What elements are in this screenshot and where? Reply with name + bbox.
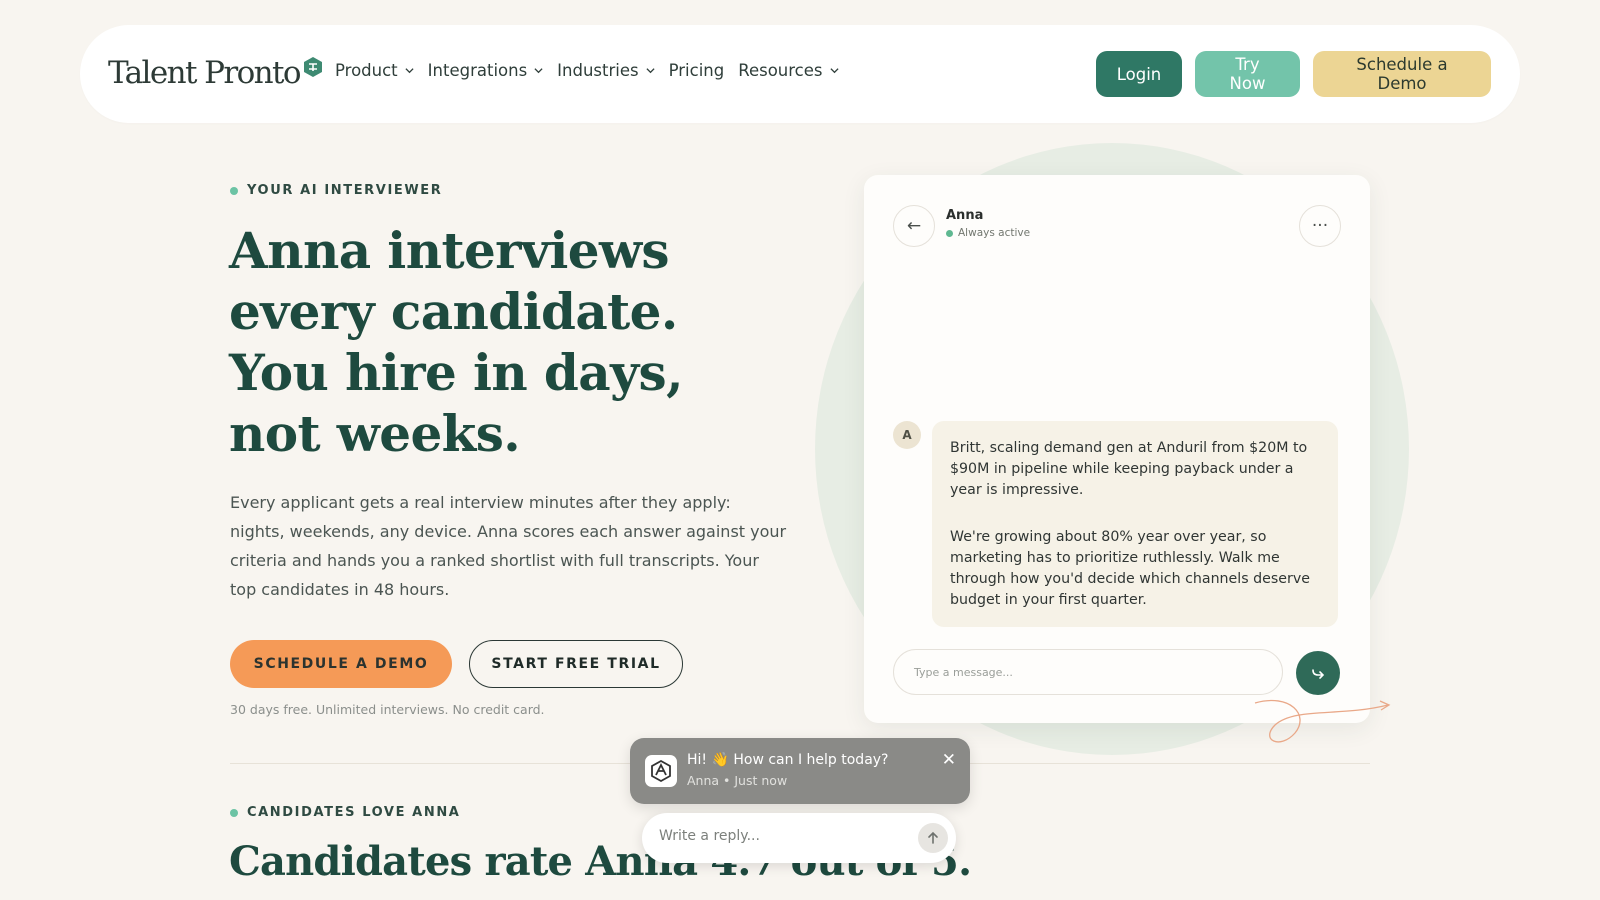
chat-input-placeholder: Type a message... <box>914 665 1013 679</box>
reply-send-button[interactable] <box>918 823 948 853</box>
reply-placeholder: Write a reply... <box>659 828 760 844</box>
nav-item-product[interactable]: Product <box>335 61 414 80</box>
try-now-button[interactable]: Try Now <box>1195 51 1300 97</box>
top-navbar: Talent Pronto Product Integrations Indus… <box>80 25 1520 123</box>
chevron-down-icon <box>534 68 543 74</box>
logo-mark-icon <box>303 57 322 77</box>
chevron-down-icon <box>405 68 414 74</box>
nav-item-integrations[interactable]: Integrations <box>428 61 544 80</box>
status-text: Always active <box>958 227 1031 239</box>
avatar: A <box>893 421 921 449</box>
widget-logo-icon <box>645 755 677 787</box>
logo[interactable]: Talent Pronto <box>108 53 324 93</box>
eyebrow-text: YOUR AI INTERVIEWER <box>247 183 443 198</box>
login-button[interactable]: Login <box>1096 51 1182 97</box>
nav-buttons: Login Try Now Schedule a Demo <box>1096 51 1491 97</box>
start-free-trial-button[interactable]: START FREE TRIAL <box>469 640 683 688</box>
hero-eyebrow: YOUR AI INTERVIEWER <box>230 183 442 198</box>
back-arrow-icon[interactable]: ← <box>893 205 935 247</box>
chevron-down-icon <box>646 68 655 74</box>
chat-message-paragraph: We're growing about 80% year over year, … <box>950 529 1310 608</box>
nav-item-label: Product <box>335 61 398 80</box>
schedule-demo-nav-button[interactable]: Schedule a Demo <box>1313 51 1491 97</box>
nav-item-resources[interactable]: Resources <box>738 61 839 80</box>
chat-message-bubble: Britt, scaling demand gen at Anduril fro… <box>932 421 1338 627</box>
online-status-dot <box>946 229 953 237</box>
logo-text: Talent Pronto <box>108 55 302 91</box>
close-icon[interactable]: ✕ <box>942 750 956 770</box>
hero-title: Anna interviews every candidate. You hir… <box>229 221 683 463</box>
widget-reply-input[interactable]: Write a reply... <box>642 813 956 863</box>
nav-item-label: Pricing <box>668 61 725 80</box>
eyebrow-dot <box>230 808 238 817</box>
eyebrow-dot <box>230 186 238 195</box>
arrow-up-icon <box>928 831 938 844</box>
widget-greeting: Hi! 👋 How can I help today? <box>687 752 889 768</box>
chat-message-paragraph: Britt, scaling demand gen at Anduril fro… <box>950 440 1308 498</box>
eyebrow-text: CANDIDATES LOVE ANNA <box>247 805 461 820</box>
reply-arrow-icon <box>1312 669 1325 679</box>
chat-agent-name: Anna <box>946 208 984 223</box>
more-options-icon[interactable]: ··· <box>1299 205 1341 247</box>
chat-message-input[interactable]: Type a message... <box>893 649 1283 695</box>
chat-send-button[interactable] <box>1296 651 1340 695</box>
hero-description: Every applicant gets a real interview mi… <box>230 493 787 599</box>
section-eyebrow: CANDIDATES LOVE ANNA <box>230 805 460 820</box>
hero-cta-row: SCHEDULE A DEMO START FREE TRIAL <box>230 640 683 688</box>
nav-item-pricing[interactable]: Pricing <box>669 61 725 80</box>
nav-item-industries[interactable]: Industries <box>557 61 655 80</box>
schedule-demo-button[interactable]: SCHEDULE A DEMO <box>230 640 452 688</box>
nav-menu: Product Integrations Industries Pricing … <box>335 61 839 80</box>
chat-agent-status: Always active <box>946 227 1030 239</box>
widget-sender-time: Anna • Just now <box>687 773 788 788</box>
nav-item-label: Integrations <box>427 61 528 80</box>
chat-widget-toast[interactable]: Hi! 👋 How can I help today? Anna • Just … <box>630 738 970 804</box>
decorative-swirl <box>1254 699 1391 743</box>
nav-item-label: Resources <box>738 61 823 80</box>
hero-fineprint: 30 days free. Unlimited interviews. No c… <box>230 702 545 717</box>
nav-item-label: Industries <box>557 61 639 80</box>
chevron-down-icon <box>829 68 839 74</box>
chat-preview-card: ← Anna Always active ··· A Britt, scalin… <box>864 175 1370 723</box>
